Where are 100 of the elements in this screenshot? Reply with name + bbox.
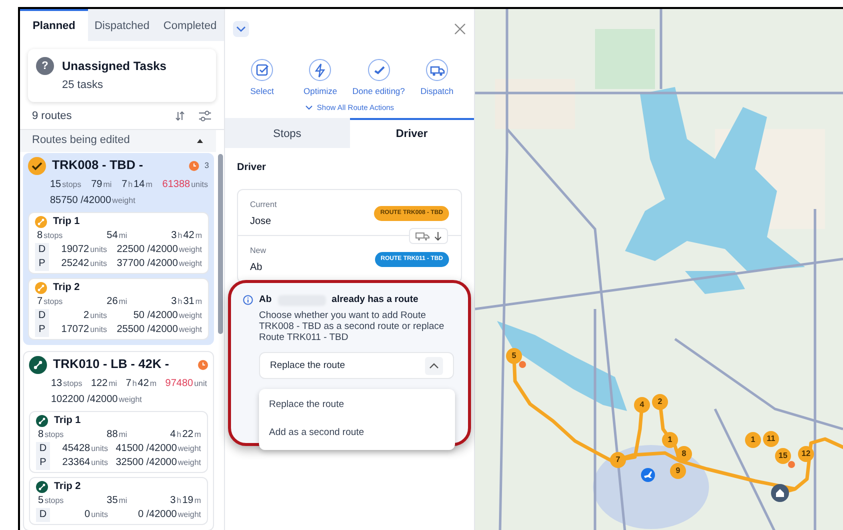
menu-option[interactable]: Add as a second route (259, 419, 455, 448)
weight-total: 22500 /42000weight (116, 242, 202, 256)
tab[interactable]: Dispatched (88, 9, 156, 41)
action-button[interactable]: Optimize (291, 59, 350, 98)
distance: 79mi (91, 178, 112, 192)
select-icon (251, 59, 273, 81)
dispatch-icon (426, 59, 448, 81)
trip-card[interactable]: Trip 1 8stops 88mi 4h22 m D 45428units 41500 /42000weight P 23364units 32500 /42000weight (29, 410, 208, 472)
optimize-icon (309, 59, 332, 81)
truck-icon (415, 231, 431, 241)
alert-count: 3 (204, 160, 209, 172)
dialog-message: Choose whether you want to add Route TRK008 - TBD as a second route or replace Route TRK011 - TBD (258, 310, 446, 344)
close-icon[interactable] (454, 23, 466, 35)
home-icon[interactable] (771, 484, 789, 502)
unit-count: 97480unit (165, 376, 207, 390)
trip-name: Trip 1 (54, 414, 81, 428)
unit-count: 2 units (82, 308, 107, 322)
duration: 3h42 m (171, 228, 202, 242)
unit-count: 17072 units (60, 322, 107, 336)
trip-name: Trip 1 (53, 214, 80, 228)
unit-count: 19072 units (60, 242, 107, 256)
trip-card[interactable]: Trip 2 5stops 35mi 3h 19 m D 0units 0 /42000weight (29, 476, 208, 524)
filter-icon[interactable] (198, 110, 212, 122)
duration: 7 h42 m (126, 376, 157, 390)
weight-total: 32500 /42000weight (114, 456, 201, 470)
driver-name: Ab (259, 293, 272, 307)
trip-icon (35, 282, 47, 294)
collapse-button[interactable] (233, 21, 249, 37)
action-button[interactable]: Done editing? (350, 59, 408, 98)
route-name: TRK008 - TBD - (52, 158, 144, 173)
chevron-down-icon (304, 104, 313, 110)
sort-icon[interactable] (174, 110, 186, 122)
info-icon (243, 295, 253, 306)
field-label: Current (250, 199, 278, 211)
driver-name: Jose (250, 215, 272, 229)
driver-name: Ab (250, 261, 264, 275)
duration: 4h22 m (170, 428, 201, 442)
stop-count: 8stops (37, 228, 63, 242)
done-icon (368, 59, 390, 81)
duration: 3h 19 m (170, 494, 201, 508)
distance: 88mi (106, 428, 128, 442)
trip-name: Trip 2 (54, 480, 81, 494)
load-type: P (36, 456, 50, 470)
scrollbar[interactable] (218, 154, 223, 334)
trip-icon (36, 480, 48, 492)
route-name: TRK010 - LB - 42K - (53, 357, 170, 372)
route-count: 9 routes (32, 108, 73, 124)
menu-option[interactable]: Replace the route (259, 391, 455, 420)
dialog-title: already has a route (332, 293, 418, 307)
arrow-down-icon (434, 231, 442, 241)
tab[interactable]: Stops (225, 118, 350, 148)
trip-card[interactable]: Trip 1 8stops 54mi 3h42 m D 19072 units 22500 /42000weight P 25242 units 37700 /42000weight (28, 212, 209, 274)
weight-total: 25500 /42000weight (116, 322, 202, 336)
card-title: Unassigned Tasks (62, 58, 166, 75)
section-heading: Driver (236, 161, 267, 175)
clock-icon (198, 360, 208, 370)
route-option-select[interactable]: Replace the route (259, 352, 454, 380)
load-type: D (35, 308, 49, 322)
action-button[interactable]: Select (233, 59, 291, 98)
stop-count: 15stops (50, 178, 82, 192)
swap-button[interactable] (409, 228, 448, 244)
load-type: D (36, 442, 50, 456)
load-type: D (35, 242, 49, 256)
weight-total: 50 /42000weight (132, 308, 202, 322)
clock-icon (188, 160, 199, 170)
distance: 35mi (106, 494, 128, 508)
distance: 26mi (106, 294, 128, 308)
distance: 122 mi (90, 376, 118, 390)
weight-total: 102200 /42000weight (51, 394, 142, 404)
route-card[interactable] (23, 350, 214, 530)
weight-total: 85750 /42000weight (50, 194, 136, 206)
load-type: D (36, 508, 50, 522)
stop-count: 8stops (38, 428, 64, 442)
weight-total: 41500 /42000weight (114, 442, 201, 456)
group-header[interactable]: Routes being edited (20, 130, 216, 152)
weight-total: 0 /42000weight (136, 508, 201, 522)
unassigned-card[interactable]: ? Unassigned Tasks 25 tasks (28, 49, 216, 102)
stop-count: 13stops (51, 376, 82, 390)
route-card[interactable] (23, 152, 214, 344)
trip-name: Trip 2 (53, 280, 80, 294)
unit-count: 0units (84, 508, 108, 522)
unit-count: 61388units (162, 178, 208, 192)
unit-count: 23364units (61, 456, 108, 470)
load-type: P (35, 256, 49, 270)
trip-card[interactable]: Trip 2 7 stops 26mi 3h31 m D 2 units 50 /42000weight P 17072 units 25500 /42000weight (28, 278, 209, 340)
trip-icon (35, 216, 47, 228)
distance: 54mi (106, 228, 128, 242)
trip-icon (36, 414, 48, 426)
load-type: P (35, 322, 49, 336)
action-button[interactable]: Dispatch (408, 59, 466, 98)
field-label: New (250, 245, 268, 257)
weight-total: 37700 /42000weight (116, 256, 202, 270)
tab[interactable]: Completed (156, 9, 224, 41)
stop-count: 5stops (38, 494, 64, 508)
stop-count: 7 stops (37, 294, 63, 308)
help-badge: ? (36, 57, 54, 75)
unit-count: 25242 units (60, 256, 107, 270)
chevron-down-icon (236, 26, 246, 32)
airplane-icon (641, 468, 655, 482)
duration: 7h 14m (122, 178, 152, 192)
